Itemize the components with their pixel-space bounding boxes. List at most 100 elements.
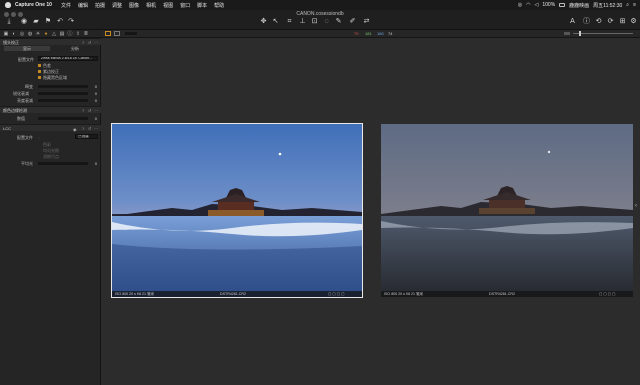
lens-correction-tab-icon[interactable]: ● [43, 31, 49, 37]
help-icon[interactable]: ? [82, 108, 84, 113]
menu-image[interactable]: 图像 [129, 2, 139, 9]
clock[interactable]: 周五11:52:30 [593, 2, 622, 9]
menu-edit[interactable]: 编辑 [78, 2, 88, 9]
more-icon[interactable]: ⋯ [94, 108, 98, 113]
grid-icon[interactable]: ⊞ [618, 17, 627, 26]
metadata-tab-icon[interactable]: ⓘ [67, 31, 73, 37]
adjustments-tab-icon[interactable]: ▤ [59, 31, 65, 37]
tab-display[interactable]: 显示 [4, 46, 50, 51]
folder-icon[interactable]: ▰ [32, 18, 40, 26]
volume-icon[interactable]: ◁ [535, 2, 539, 8]
battery-icon[interactable] [559, 3, 566, 7]
photo-edited-image [112, 124, 362, 297]
lcc-dust-option[interactable]: 消除污点 [43, 154, 59, 160]
more-icon[interactable]: ⋯ [94, 126, 98, 131]
more-icon[interactable]: ⋯ [94, 40, 98, 45]
hide-black-checkbox[interactable] [38, 76, 41, 79]
user-name[interactable]: 鹿鹿映画 [569, 2, 589, 9]
menu-script[interactable]: 脚本 [197, 2, 207, 9]
readout-b: 180 [377, 31, 384, 36]
photo-original[interactable]: ISO 800 20 s f/8 21 毫米 DSTR4281.CR2 ▢ ▢ … [381, 124, 633, 297]
menu-help[interactable]: 帮助 [214, 2, 224, 9]
multi-view-icon[interactable] [114, 31, 120, 36]
redo-icon[interactable]: ↷ [67, 18, 75, 26]
light-falloff-label: 亮度衰减 [17, 98, 33, 103]
sharpness-falloff-slider[interactable] [38, 92, 88, 95]
lcc-camera-icon[interactable]: ◉ [73, 127, 77, 132]
reset-icon[interactable]: ↺ [88, 126, 91, 131]
wifi-icon[interactable]: ◠ [526, 2, 530, 8]
settings-icon[interactable]: ⚙ [629, 17, 638, 26]
search-icon[interactable]: ⌕ [626, 2, 629, 8]
distortion-slider[interactable] [38, 85, 88, 88]
text-size-icon[interactable]: A [568, 17, 577, 26]
lens-profile-select[interactable]: Zeiss Milvus 2.8/18 ZE Canon... [38, 56, 98, 61]
capture-tab-icon[interactable]: ◐ [11, 31, 17, 37]
info-icon[interactable]: ⓘ [582, 17, 591, 26]
list-icon[interactable]: ≡ [633, 2, 636, 8]
readout-g: 181 [365, 31, 372, 36]
pan-tool-icon[interactable]: ✥ [259, 17, 268, 26]
app-menu[interactable]: Capture One 10 [15, 2, 52, 8]
batch-tab-icon[interactable]: ≣ [83, 31, 89, 37]
output-tab-icon[interactable]: ⇪ [75, 31, 81, 37]
tab-analysis[interactable]: 分析 [52, 46, 98, 51]
wechat-icon[interactable]: ◎ [518, 2, 522, 8]
library-tab-icon[interactable]: ▣ [3, 31, 9, 37]
rating-icons[interactable]: ▢ ▢ ▢ ▢ [599, 291, 616, 297]
average-value[interactable]: 0 [89, 161, 97, 166]
amount-value[interactable]: 0 [89, 116, 97, 121]
lens-tab-icon[interactable]: ◎ [19, 31, 25, 37]
detail-tab-icon[interactable]: △ [51, 31, 57, 37]
process-icon[interactable]: ⚑ [44, 18, 52, 26]
purple-fringe-checkbox[interactable] [38, 70, 41, 73]
apple-icon[interactable] [5, 2, 11, 8]
color-edge-header[interactable]: 颜色边缘检测 ? ↺ ⋯ [0, 106, 101, 113]
reset-icon[interactable]: ↺ [88, 108, 91, 113]
zoom-fit-icon[interactable] [564, 32, 570, 35]
lcc-profile-select[interactable]: 已创建 [75, 134, 98, 139]
picker-tool-icon[interactable]: ✐ [348, 17, 357, 26]
single-view-icon[interactable] [105, 31, 111, 36]
average-slider[interactable] [38, 162, 88, 165]
spot-tool-icon[interactable]: ◌ [322, 17, 331, 26]
light-falloff-slider[interactable] [38, 99, 88, 102]
import-icon[interactable]: ⤓ [5, 18, 13, 26]
lens-correction-header[interactable]: 镜头校正 ? ↺ ⋯ [0, 38, 101, 45]
color-tab-icon[interactable]: ◍ [27, 31, 33, 37]
crop-tool-icon[interactable]: ⌗ [285, 17, 294, 26]
exposure-tab-icon[interactable]: ☀ [35, 31, 41, 37]
chevron-right-icon[interactable]: ‹ [635, 203, 637, 209]
menu-file[interactable]: 文件 [61, 2, 71, 9]
help-icon[interactable]: ? [82, 40, 84, 45]
menu-window[interactable]: 窗口 [180, 2, 190, 9]
zoom-slider[interactable] [573, 33, 633, 34]
menu-adjust[interactable]: 调整 [112, 2, 122, 9]
rotate-right-icon[interactable]: ⟳ [606, 17, 615, 26]
chromatic-aberration-checkbox[interactable] [38, 64, 41, 67]
menu-view[interactable]: 视图 [163, 2, 173, 9]
menu-capture[interactable]: 拍摄 [95, 2, 105, 9]
light-falloff-value[interactable]: 0 [89, 98, 97, 103]
brush-tool-icon[interactable]: ✎ [334, 17, 343, 26]
sharpness-falloff-value[interactable]: 0 [89, 91, 97, 96]
copy-apply-icon[interactable]: ⇄ [362, 17, 371, 26]
help-icon[interactable]: ? [82, 126, 84, 131]
undo-icon[interactable]: ↶ [56, 18, 64, 26]
cursor-tool-icon[interactable]: ↖ [271, 17, 280, 26]
distortion-value[interactable]: 0 [89, 84, 97, 89]
rating-icons[interactable]: ▢ ▢ ▢ ▢ [328, 291, 345, 297]
battery-percent: 100% [542, 2, 556, 8]
reset-icon[interactable]: ↺ [88, 40, 91, 45]
straighten-tool-icon[interactable]: ⊥ [298, 17, 307, 26]
tools-panel: 镜头校正 ? ↺ ⋯ 显示 分析 配置文件 Zeiss Milvus 2.8/1… [0, 38, 101, 385]
menu-camera[interactable]: 相机 [146, 2, 156, 9]
proof-selector[interactable] [125, 32, 137, 35]
amount-slider[interactable] [38, 117, 88, 120]
rotate-left-icon[interactable]: ⟲ [594, 17, 603, 26]
photo-edited[interactable]: ISO 800 20 s f/8 21 毫米 DSTR4281.CR2 ▢ ▢ … [111, 123, 363, 298]
keystone-tool-icon[interactable]: ⊡ [310, 17, 319, 26]
zoom-slider-handle[interactable] [579, 31, 581, 36]
lcc-header[interactable]: LCC ? ↺ ⋯ [0, 124, 101, 131]
camera-icon[interactable]: ◉ [20, 18, 28, 26]
